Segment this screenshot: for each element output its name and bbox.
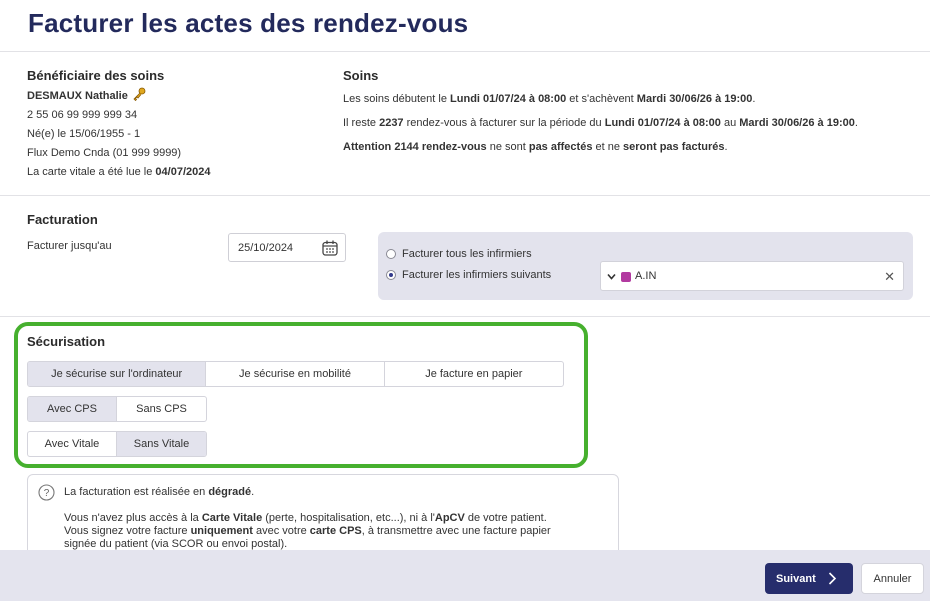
clear-icon[interactable]: ✕	[884, 269, 895, 285]
info-text: .	[251, 486, 255, 498]
without-vitale-option[interactable]: Sans Vitale	[117, 432, 206, 456]
soins-text: rendez-vous à facturer sur la période du	[403, 117, 605, 129]
mode-paper-option[interactable]: Je facture en papier	[385, 362, 563, 386]
warning-unassigned: pas affectés	[528, 141, 593, 153]
soins-start: Lundi 01/07/24 à 08:00	[450, 93, 567, 105]
with-cps-option[interactable]: Avec CPS	[28, 397, 117, 421]
patient-name: DESMAUX Nathalie	[27, 90, 128, 102]
patient-flux: Flux Demo Cnda (01 999 9999)	[27, 147, 182, 159]
chevron-right-icon	[828, 572, 837, 585]
info-text: (perte, hospitalisation, etc...), ni à l…	[262, 512, 435, 524]
soins-text: Les soins débutent le	[343, 93, 451, 105]
next-button[interactable]: Suivant	[765, 563, 853, 594]
info-text: , à transmettre avec une facture papier	[361, 525, 551, 537]
nurse-color-swatch	[621, 272, 631, 282]
info-line: Vous signez votre facture uniquement ave…	[64, 525, 604, 538]
soins-panel: Soins Les soins débutent le Lundi 01/07/…	[343, 68, 858, 159]
radio-button[interactable]	[386, 249, 396, 259]
calendar-icon[interactable]	[321, 239, 339, 257]
soins-text: au	[720, 117, 740, 129]
next-label: Suivant	[776, 572, 816, 585]
with-vitale-option[interactable]: Avec Vitale	[28, 432, 117, 456]
patient-name-row: DESMAUX Nathalie	[27, 87, 210, 106]
key-icon[interactable]	[132, 87, 146, 101]
secure-mode-toggle: Je sécurise sur l'ordinateur Je sécurise…	[27, 361, 564, 387]
soins-text: ne sont	[486, 141, 529, 153]
info-card: Carte Vitale	[201, 512, 263, 524]
info-only: uniquement	[190, 525, 253, 537]
radio-all-nurses[interactable]: Facturer tous les infirmiers	[386, 248, 532, 260]
nurse-select[interactable]: A.IN ✕	[600, 261, 904, 291]
info-text: Vous n'avez plus accès à la	[64, 512, 202, 524]
warning-count: Attention 2144 rendez-vous	[343, 141, 487, 153]
nurse-selection-panel: Facturer tous les infirmiers Facturer le…	[378, 232, 913, 300]
soins-title: Soins	[343, 68, 379, 83]
warning-not-billed: seront pas facturés	[623, 141, 725, 153]
radio-some-label: Facturer les infirmiers suivants	[402, 269, 552, 281]
patient-birth: Né(e) le 15/06/1955 - 1	[27, 128, 141, 140]
soins-text: .	[752, 93, 756, 105]
soins-end: Mardi 30/06/26 à 19:00	[636, 93, 753, 105]
info-text: avec votre	[252, 525, 310, 537]
chevron-down-icon[interactable]	[607, 272, 616, 281]
info-text: de votre patient.	[464, 512, 547, 524]
mode-mobile-option[interactable]: Je sécurise en mobilité	[206, 362, 385, 386]
beneficiary-title: Bénéficiaire des soins	[27, 68, 165, 83]
remaining-count: 2237	[379, 117, 404, 129]
svg-text:?: ?	[44, 488, 50, 499]
soins-text: Il reste	[343, 117, 380, 129]
facturation-title: Facturation	[27, 212, 98, 227]
cps-toggle: Avec CPS Sans CPS	[27, 396, 207, 422]
soins-remaining-line: Il reste 2237 rendez-vous à facturer sur…	[343, 111, 858, 135]
radio-all-label: Facturer tous les infirmiers	[402, 248, 532, 260]
selected-nurse-tag: A.IN	[635, 270, 657, 282]
info-body: Vous n'avez plus accès à la Carte Vitale…	[64, 512, 604, 551]
soins-text: et s'achèvent	[566, 93, 637, 105]
info-headline: La facturation est réalisée en dégradé.	[64, 486, 254, 498]
info-line: Vous n'avez plus accès à la Carte Vitale…	[64, 512, 604, 525]
radio-selected-nurses[interactable]: Facturer les infirmiers suivants	[386, 269, 551, 281]
soins-period-line: Les soins débutent le Lundi 01/07/24 à 0…	[343, 87, 858, 111]
soins-text: et ne	[592, 141, 624, 153]
info-text: La facturation est réalisée en	[64, 486, 209, 498]
bill-until-date-input[interactable]: 25/10/2024	[228, 233, 346, 262]
period-start: Lundi 01/07/24 à 08:00	[604, 117, 721, 129]
info-cps: carte CPS	[309, 525, 362, 537]
period-end: Mardi 30/06/26 à 19:00	[739, 117, 855, 129]
mode-computer-option[interactable]: Je sécurise sur l'ordinateur	[28, 362, 207, 386]
soins-text: .	[724, 141, 728, 153]
soins-warning-line: Attention 2144 rendez-vous ne sont pas a…	[343, 135, 858, 159]
without-cps-option[interactable]: Sans CPS	[117, 397, 206, 421]
carte-vitale-date: 04/07/2024	[155, 166, 211, 178]
vitale-toggle: Avec Vitale Sans Vitale	[27, 431, 207, 457]
patient-nir: 2 55 06 99 999 999 34	[27, 109, 138, 121]
securisation-title: Sécurisation	[27, 334, 106, 349]
bill-until-label: Facturer jusqu'au	[27, 240, 112, 252]
section-divider	[0, 316, 930, 317]
section-divider	[0, 195, 930, 196]
question-icon: ?	[38, 484, 55, 501]
info-apcv: ApCV	[434, 512, 465, 524]
footer-bar: Suivant Annuler	[0, 550, 930, 601]
header-divider	[0, 51, 930, 52]
cancel-button[interactable]: Annuler	[861, 563, 924, 594]
info-text: Vous signez votre facture	[64, 525, 191, 537]
date-value: 25/10/2024	[238, 242, 294, 254]
beneficiary-panel: Bénéficiaire des soins DESMAUX Nathalie …	[27, 68, 210, 182]
info-mode: dégradé	[208, 486, 252, 498]
carte-vitale-read: La carte vitale a été lue le 04/07/2024	[27, 163, 210, 182]
page-title: Facturer les actes des rendez-vous	[28, 8, 469, 38]
radio-button-checked[interactable]	[386, 270, 396, 280]
carte-vitale-label: La carte vitale a été lue le	[27, 166, 156, 178]
soins-text: .	[854, 117, 858, 129]
